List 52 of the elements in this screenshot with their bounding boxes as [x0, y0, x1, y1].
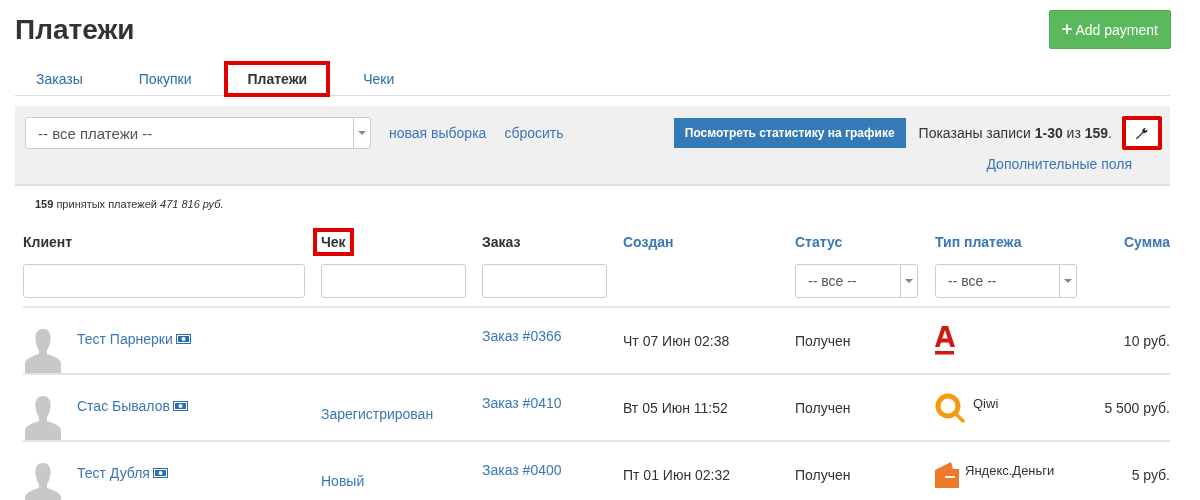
receipt-status-link[interactable]: Зарегистрирован — [321, 405, 434, 422]
payment-status: Получен — [795, 466, 851, 483]
filter-select[interactable]: -- все -- — [795, 264, 918, 298]
wrench-icon — [1135, 126, 1149, 140]
column-header[interactable]: Сумма — [1115, 228, 1178, 256]
payment-status: Получен — [795, 399, 851, 416]
settings-button[interactable] — [1122, 116, 1162, 150]
tab[interactable]: Платежи — [226, 63, 329, 95]
filter-field[interactable] — [321, 264, 466, 298]
payment-amount: 5 руб. — [1131, 466, 1170, 483]
tab[interactable]: Чеки — [342, 63, 416, 95]
filter-field[interactable] — [23, 264, 305, 298]
order-link[interactable]: Заказ #0366 — [482, 327, 562, 344]
client-link[interactable]: Тест Дубля — [77, 464, 150, 481]
order-link[interactable]: Заказ #0400 — [482, 461, 562, 478]
tab[interactable]: Заказы — [15, 63, 104, 95]
avatar-icon — [25, 394, 61, 440]
avatar-icon — [25, 461, 61, 500]
filter-field[interactable] — [482, 264, 607, 298]
column-header[interactable]: Статус — [787, 228, 851, 256]
order-link[interactable]: Заказ #0410 — [482, 394, 562, 411]
payment-select[interactable]: -- все платежи -- — [25, 117, 371, 149]
column-header[interactable]: Тип платежа — [927, 228, 1030, 256]
page-title: Платежи — [15, 13, 135, 46]
tab[interactable]: Покупки — [117, 63, 213, 95]
created-date: Вт 05 Июн 11:52 — [623, 399, 728, 416]
column-header: Клиент — [22, 233, 74, 252]
client-link[interactable]: Тест Парнерки — [77, 330, 173, 347]
payment-type-label: Яндекс.Деньги — [965, 463, 1055, 478]
payments-summary: 159 принятых платежей 471 816 руб. — [34, 197, 225, 212]
payment-type-label: Qiwi — [973, 396, 999, 411]
client-link[interactable]: Стас Бывалов — [77, 397, 170, 414]
filter-link[interactable]: новая выборка — [389, 125, 487, 141]
payment-status: Получен — [795, 332, 851, 349]
column-header: Заказ — [481, 233, 522, 252]
column-header[interactable]: Создан — [615, 228, 682, 256]
banknote-icon — [172, 400, 188, 411]
payment-amount: 5 500 руб. — [1104, 399, 1170, 416]
avatar-icon — [25, 327, 61, 373]
banknote-icon — [175, 333, 191, 344]
add-payment-button[interactable]: + Add payment — [1048, 10, 1171, 49]
banknote-icon — [152, 467, 168, 478]
extra-fields-link[interactable]: Дополнительные поля — [986, 156, 1132, 172]
records-count: Показаны записи 1-30 из 159. — [918, 125, 1112, 141]
created-date: Чт 07 Июн 02:38 — [623, 332, 730, 349]
payment-amount: 10 руб. — [1123, 332, 1170, 349]
filter-select[interactable]: -- все -- — [935, 264, 1077, 298]
created-date: Пт 01 Июн 02:32 — [623, 466, 731, 483]
column-header: Чек — [313, 228, 354, 256]
filter-link[interactable]: сбросить — [504, 125, 564, 141]
statistics-button[interactable]: Посмотреть статистику на графике — [673, 118, 906, 148]
receipt-status-link[interactable]: Новый — [321, 472, 365, 489]
